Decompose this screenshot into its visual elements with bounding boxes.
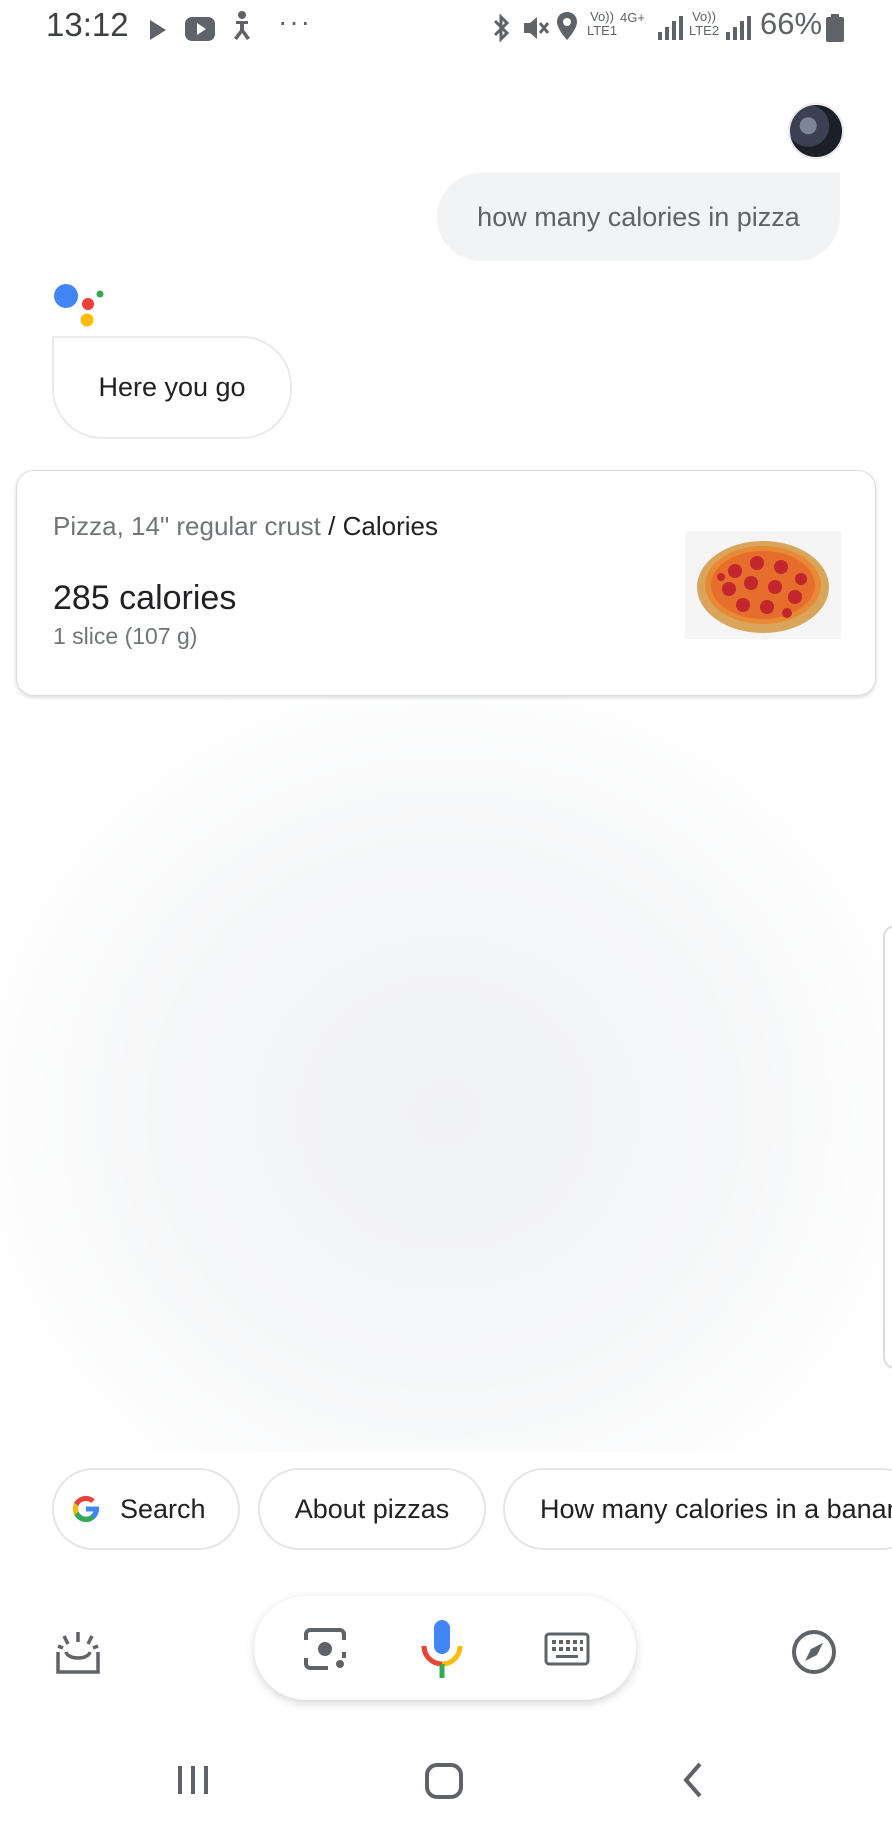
system-nav-bar <box>0 1740 892 1834</box>
signal-icon <box>726 16 751 40</box>
network-type: 4G+ <box>620 10 645 25</box>
keyboard-icon[interactable] <box>544 1632 590 1666</box>
calories-result-card[interactable]: Pizza, 14" regular crust / Calories 285 … <box>16 470 876 696</box>
battery-percent: 66% <box>760 6 823 41</box>
suggestion-chip-label: About pizzas <box>294 1493 450 1524</box>
user-avatar[interactable] <box>788 103 844 159</box>
user-query-bubble: how many calories in pizza <box>437 173 840 261</box>
serving-size: 1 slice (107 g) <box>53 623 198 649</box>
card-breadcrumb: Pizza, 14" regular crust / Calories <box>53 511 438 542</box>
explore-compass-icon[interactable] <box>790 1628 838 1676</box>
recent-apps-icon[interactable] <box>174 1762 212 1798</box>
lens-icon[interactable] <box>302 1626 348 1672</box>
suggestion-chip-about-pizzas[interactable]: About pizzas <box>258 1468 486 1550</box>
google-assistant-logo <box>54 284 104 327</box>
calorie-value: 285 calories <box>53 579 237 617</box>
back-icon[interactable] <box>678 1760 708 1800</box>
google-g-icon <box>73 1496 100 1522</box>
location-icon <box>557 12 577 40</box>
assistant-reply-bubble: Here you go <box>52 336 292 439</box>
accessibility-icon <box>234 11 250 40</box>
battery-icon <box>826 14 844 42</box>
signal-icon <box>658 16 683 40</box>
volte-lte1: Vo)) LTE1 <box>586 9 618 38</box>
play-icon <box>150 20 166 40</box>
more-icon: ··· <box>278 6 312 37</box>
nutrient-category: Calories <box>342 511 438 541</box>
snapshot-icon[interactable] <box>54 1630 102 1676</box>
youtube-icon <box>185 17 215 41</box>
mute-icon <box>524 17 550 39</box>
assistant-action-pill <box>254 1596 636 1700</box>
home-icon[interactable] <box>424 1762 464 1800</box>
suggestion-chip-label: How many calories in a banan <box>540 1493 892 1524</box>
breadcrumb-separator: / <box>328 511 336 541</box>
pizza-image <box>685 531 841 639</box>
side-panel-handle[interactable] <box>883 925 892 1369</box>
suggestion-chips: Search About pizzas How many calories in… <box>0 1468 892 1556</box>
background-glow <box>0 700 892 1452</box>
status-time: 13:12 <box>46 6 129 43</box>
microphone-icon[interactable] <box>418 1618 466 1680</box>
volte-lte2: Vo)) LTE2 <box>688 9 720 38</box>
suggestion-chip-banana-calories[interactable]: How many calories in a banan <box>503 1468 892 1550</box>
suggestion-chip-search[interactable]: Search <box>52 1468 240 1550</box>
user-query-text: how many calories in pizza <box>477 201 800 232</box>
food-name: Pizza, 14" regular crust <box>53 511 321 541</box>
assistant-reply-text: Here you go <box>98 372 246 402</box>
bluetooth-icon <box>493 13 510 43</box>
suggestion-chip-label: Search <box>120 1493 206 1524</box>
status-bar: 13:12 ··· Vo)) LTE1 4G+ Vo)) LTE2 66% <box>0 0 892 56</box>
